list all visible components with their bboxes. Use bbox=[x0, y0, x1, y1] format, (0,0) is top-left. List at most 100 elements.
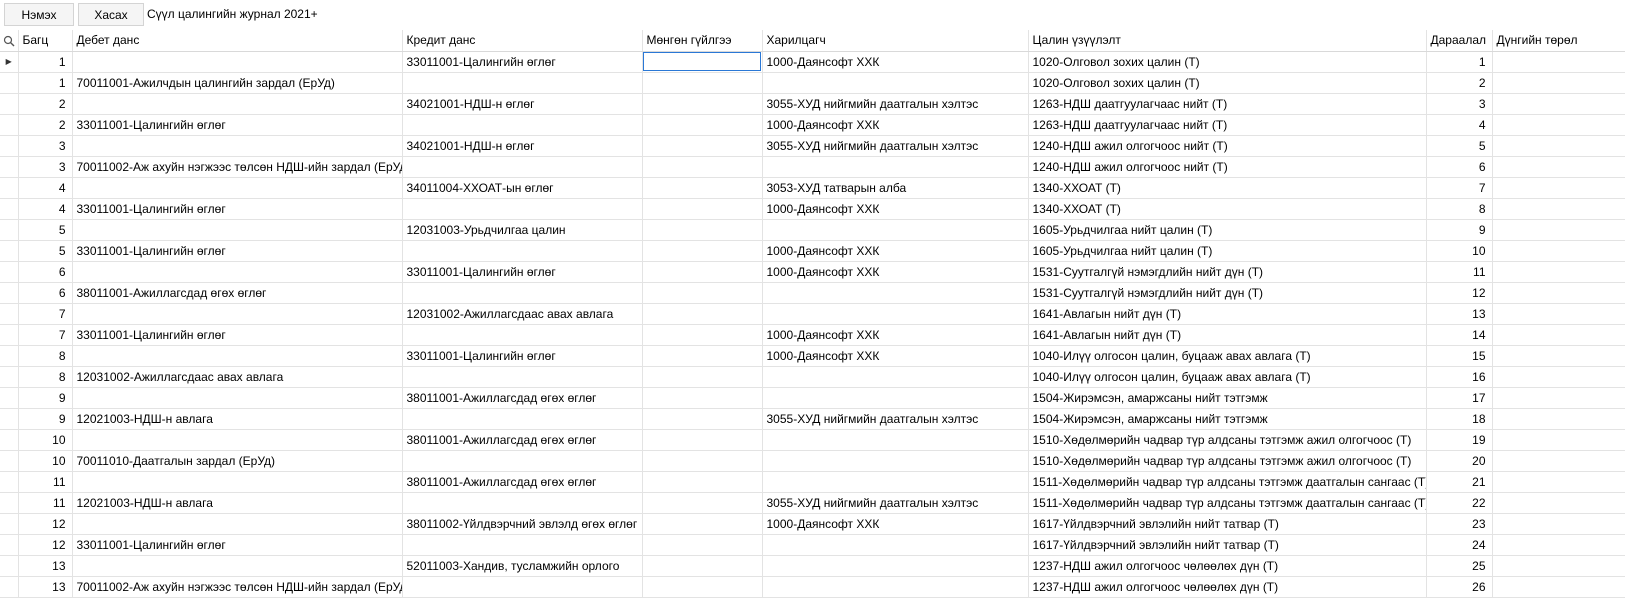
cell-partner[interactable]: 1000-Даянсофт ХХК bbox=[762, 345, 1029, 367]
cell-partner[interactable]: 1000-Даянсофт ХХК bbox=[762, 198, 1029, 220]
cell-money[interactable] bbox=[642, 513, 763, 535]
cell-partner[interactable] bbox=[762, 72, 1029, 94]
cell-credit[interactable] bbox=[402, 492, 643, 514]
cell-money[interactable] bbox=[642, 429, 763, 451]
cell-debit[interactable]: 12021003-НДШ-н авлага bbox=[72, 408, 403, 430]
table-row[interactable]: ▶ 1 33011001-Цалингийн өглөг 1000-Даянсофт … bbox=[0, 51, 1625, 73]
cell-money[interactable] bbox=[642, 156, 763, 178]
table-row[interactable]: 9 38011001-Ажиллагсдад өгөх өглөг 1504-Жир… bbox=[0, 387, 1625, 409]
cell-money[interactable] bbox=[642, 303, 763, 325]
cell-partner[interactable] bbox=[762, 282, 1029, 304]
cell-description[interactable]: 1040-Илүү олгосон цалин, буцааж авах авл… bbox=[1028, 366, 1427, 388]
cell-money[interactable] bbox=[642, 51, 763, 73]
cell-description[interactable]: 1020-Олговол зохих цалин (Т) bbox=[1028, 72, 1427, 94]
cell-debit[interactable] bbox=[72, 387, 403, 409]
cell-sequence[interactable]: 1 bbox=[1426, 51, 1493, 73]
cell-partner[interactable]: 3053-ХУД татварын алба bbox=[762, 177, 1029, 199]
cell-money[interactable] bbox=[642, 450, 763, 472]
cell-credit[interactable] bbox=[402, 450, 643, 472]
cell-debit[interactable] bbox=[72, 513, 403, 535]
cell-description[interactable]: 1510-Хөдөлмөрийн чадвар түр алдсаны тэтг… bbox=[1028, 450, 1427, 472]
cell-money[interactable] bbox=[642, 135, 763, 157]
cell-sequence[interactable]: 15 bbox=[1426, 345, 1493, 367]
table-row[interactable]: 2 33011001-Цалингийн өглөг 1000-Даянсофт Х… bbox=[0, 114, 1625, 136]
table-row[interactable]: 12 33011001-Цалингийн өглөг 1617-Үйлдвэрчн… bbox=[0, 534, 1625, 556]
cell-description[interactable]: 1340-ХХОАТ (Т) bbox=[1028, 198, 1427, 220]
cell-money[interactable] bbox=[642, 72, 763, 94]
row-indicator[interactable] bbox=[0, 114, 19, 136]
cell-debit[interactable]: 33011001-Цалингийн өглөг bbox=[72, 240, 403, 262]
cell-money[interactable] bbox=[642, 534, 763, 556]
row-indicator[interactable] bbox=[0, 555, 19, 577]
column-header-debit[interactable]: Дебет данс bbox=[72, 30, 403, 52]
cell-sequence[interactable]: 18 bbox=[1426, 408, 1493, 430]
table-row[interactable]: 9 12021003-НДШ-н авлага 3055-ХУД нийгмийн … bbox=[0, 408, 1625, 430]
cell-description[interactable]: 1641-Авлагын нийт дүн (Т) bbox=[1028, 303, 1427, 325]
cell-group[interactable]: 5 bbox=[18, 240, 73, 262]
row-indicator[interactable] bbox=[0, 366, 19, 388]
cell-debit[interactable] bbox=[72, 177, 403, 199]
column-header-money[interactable]: Мөнгөн гүйлгээ bbox=[642, 30, 763, 52]
cell-money[interactable] bbox=[642, 114, 763, 136]
cell-debit[interactable] bbox=[72, 303, 403, 325]
row-indicator[interactable] bbox=[0, 72, 19, 94]
column-header-group[interactable]: Багц bbox=[18, 30, 73, 52]
cell-result-type[interactable] bbox=[1492, 366, 1625, 388]
row-indicator[interactable] bbox=[0, 408, 19, 430]
cell-group[interactable]: 2 bbox=[18, 93, 73, 115]
cell-partner[interactable]: 3055-ХУД нийгмийн даатгалын хэлтэс bbox=[762, 492, 1029, 514]
table-row[interactable]: 3 34021001-НДШ-н өглөг 3055-ХУД нийгмийн д… bbox=[0, 135, 1625, 157]
table-row[interactable]: 3 70011002-Аж ахуйн нэгжээс төлсөн НДШ-ий… bbox=[0, 156, 1625, 178]
table-row[interactable]: 1 70011001-Ажилчдын цалингийн зардал (ЕрУ… bbox=[0, 72, 1625, 94]
cell-sequence[interactable]: 22 bbox=[1426, 492, 1493, 514]
cell-sequence[interactable]: 21 bbox=[1426, 471, 1493, 493]
cell-group[interactable]: 12 bbox=[18, 534, 73, 556]
cell-result-type[interactable] bbox=[1492, 93, 1625, 115]
cell-group[interactable]: 13 bbox=[18, 576, 73, 598]
cell-credit[interactable]: 34021001-НДШ-н өглөг bbox=[402, 93, 643, 115]
cell-group[interactable]: 1 bbox=[18, 51, 73, 73]
cell-credit[interactable] bbox=[402, 534, 643, 556]
cell-partner[interactable] bbox=[762, 450, 1029, 472]
cell-group[interactable]: 2 bbox=[18, 114, 73, 136]
cell-money[interactable] bbox=[642, 576, 763, 598]
cell-partner[interactable]: 3055-ХУД нийгмийн даатгалын хэлтэс bbox=[762, 408, 1029, 430]
cell-description[interactable]: 1617-Үйлдвэрчний эвлэлийн нийт татвар (Т… bbox=[1028, 513, 1427, 535]
cell-group[interactable]: 5 bbox=[18, 219, 73, 241]
cell-sequence[interactable]: 5 bbox=[1426, 135, 1493, 157]
cell-money[interactable] bbox=[642, 555, 763, 577]
cell-partner[interactable] bbox=[762, 534, 1029, 556]
cell-credit[interactable]: 38011002-Үйлдвэрчний эвлэлд өгөх өглөг bbox=[402, 513, 643, 535]
cell-sequence[interactable]: 10 bbox=[1426, 240, 1493, 262]
cell-result-type[interactable] bbox=[1492, 156, 1625, 178]
cell-result-type[interactable] bbox=[1492, 408, 1625, 430]
cell-sequence[interactable]: 24 bbox=[1426, 534, 1493, 556]
table-row[interactable]: 4 34011004-ХХОАТ-ын өглөг 3053-ХУД татвары… bbox=[0, 177, 1625, 199]
cell-result-type[interactable] bbox=[1492, 429, 1625, 451]
column-header-description[interactable]: Цалин үзүүлэлт bbox=[1028, 30, 1427, 52]
cell-money[interactable] bbox=[642, 177, 763, 199]
cell-result-type[interactable] bbox=[1492, 72, 1625, 94]
cell-debit[interactable]: 33011001-Цалингийн өглөг bbox=[72, 114, 403, 136]
cell-description[interactable]: 1237-НДШ ажил олгогчоос чөлөөлөх дүн (Т) bbox=[1028, 555, 1427, 577]
table-row[interactable]: 4 33011001-Цалингийн өглөг 1000-Даянсофт Х… bbox=[0, 198, 1625, 220]
cell-money[interactable] bbox=[642, 219, 763, 241]
cell-credit[interactable] bbox=[402, 366, 643, 388]
table-row[interactable]: 8 12031002-Ажиллагсдаас авах авлага 1040-И… bbox=[0, 366, 1625, 388]
cell-debit[interactable]: 12021003-НДШ-н авлага bbox=[72, 492, 403, 514]
cell-group[interactable]: 11 bbox=[18, 471, 73, 493]
cell-sequence[interactable]: 13 bbox=[1426, 303, 1493, 325]
cell-description[interactable]: 1340-ХХОАТ (Т) bbox=[1028, 177, 1427, 199]
row-indicator[interactable] bbox=[0, 324, 19, 346]
cell-partner[interactable] bbox=[762, 576, 1029, 598]
cell-group[interactable]: 9 bbox=[18, 387, 73, 409]
cell-sequence[interactable]: 7 bbox=[1426, 177, 1493, 199]
cell-money[interactable] bbox=[642, 366, 763, 388]
cell-result-type[interactable] bbox=[1492, 492, 1625, 514]
cell-result-type[interactable] bbox=[1492, 513, 1625, 535]
cell-partner[interactable] bbox=[762, 555, 1029, 577]
cell-result-type[interactable] bbox=[1492, 324, 1625, 346]
table-row[interactable]: 13 52011003-Хандив, тусламжийн орлого 1237… bbox=[0, 555, 1625, 577]
cell-group[interactable]: 3 bbox=[18, 156, 73, 178]
cell-group[interactable]: 11 bbox=[18, 492, 73, 514]
